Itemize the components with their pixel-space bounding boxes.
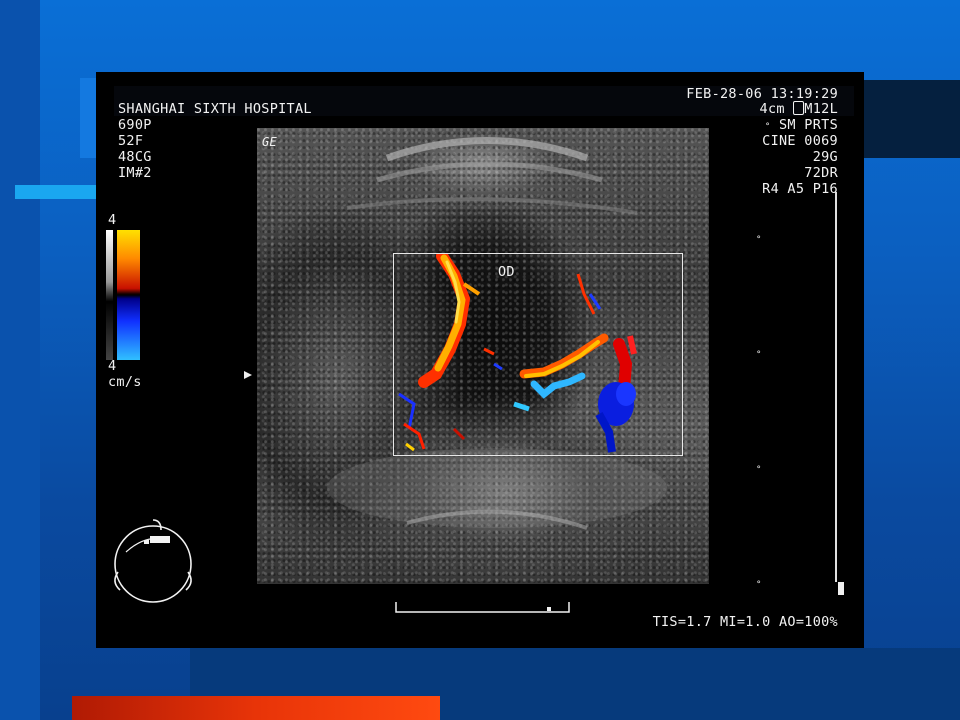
background-block-dark: [860, 80, 960, 158]
grayscale-bar: [106, 230, 113, 360]
depth: 4cm: [759, 101, 785, 117]
background-panel: [0, 0, 40, 720]
probe-info: 4cm M12L: [760, 101, 838, 117]
depth-marker: [838, 582, 844, 595]
caliper-scale: [395, 602, 570, 613]
mode-label: SM PRTS: [779, 117, 838, 133]
dynamic-range: 72DR: [804, 165, 838, 181]
depth-tick-1: °: [756, 235, 762, 245]
velocity-color-bar: [117, 230, 140, 360]
doppler-flow: [398, 254, 637, 453]
color-scale-unit: cm/s: [108, 374, 142, 390]
patient-line-3: 48CG: [118, 149, 152, 165]
patient-line-4: IM#2: [118, 165, 152, 181]
patient-line-1: 690P: [118, 117, 152, 133]
depth-tick-2: °: [756, 350, 762, 360]
vendor-mark: GE: [262, 135, 278, 149]
patient-line-2: 52F: [118, 133, 144, 149]
gain: 29G: [812, 149, 838, 165]
color-scale-bottom: 4: [108, 358, 117, 374]
depth-tick-4: °: [756, 580, 762, 590]
color-scale-bar: [106, 230, 140, 360]
accent-bar-orange: [72, 696, 440, 720]
accent-bar-cyan: [15, 185, 100, 199]
focus-arrow-icon: [244, 371, 252, 379]
datetime: FEB-28-06 13:19:29: [686, 86, 838, 102]
ultrasound-frame: SHANGHAI SIXTH HOSPITAL FEB-28-06 13:19:…: [96, 72, 864, 648]
color-doppler-box: OD: [393, 253, 683, 456]
safety-metrics: TIS=1.7 MI=1.0 AO=100%: [652, 614, 838, 630]
head-orientation-icon: [114, 519, 192, 603]
depth-tick-3: °: [756, 465, 762, 475]
region-label: OD: [498, 264, 515, 280]
color-scale-top: 4: [108, 212, 117, 228]
probe-id: M12L: [804, 101, 838, 117]
probe-icon: [793, 101, 805, 115]
cine: CINE 0069: [762, 133, 838, 149]
dot-icon: °: [764, 122, 771, 132]
settings: R4 A5 P16: [762, 181, 838, 197]
depth-scale: [836, 192, 856, 592]
hospital-name: SHANGHAI SIXTH HOSPITAL: [118, 101, 312, 117]
